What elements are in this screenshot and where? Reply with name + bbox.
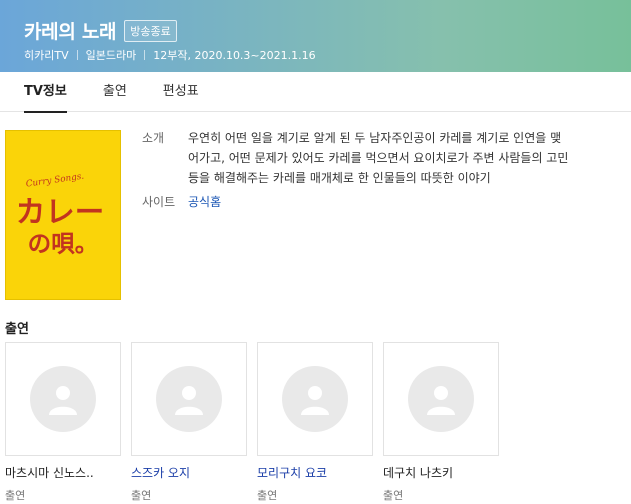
program-poster[interactable]: Curry Songs. カレー の唄。 bbox=[5, 130, 121, 300]
genre: 일본드라마 bbox=[85, 49, 137, 62]
cast-card[interactable]: 스즈카 오지 출연 bbox=[131, 342, 247, 503]
program-meta: 히카리TV 일본드라마 12부작, 2020.10.3~2021.1.16 bbox=[24, 47, 316, 63]
cast-photo[interactable] bbox=[383, 342, 499, 456]
official-site-link[interactable]: 공식홈 bbox=[188, 192, 221, 212]
summary-label: 소개 bbox=[142, 131, 165, 145]
program-title[interactable]: 카레의 노래 bbox=[24, 17, 117, 44]
cast-role: 출연 bbox=[383, 489, 404, 502]
tab-cast[interactable]: 출연 bbox=[103, 72, 127, 112]
cast-photo[interactable] bbox=[131, 342, 247, 456]
cast-role: 출연 bbox=[257, 489, 278, 502]
program-header: 카레의 노래 방송종료 히카리TV 일본드라마 12부작, 2020.10.3~… bbox=[0, 0, 631, 72]
schedule: 12부작, 2020.10.3~2021.1.16 bbox=[153, 49, 316, 62]
cast-card[interactable]: 마츠시마 신노스.. 출연 bbox=[5, 342, 121, 503]
title-row: 카레의 노래 방송종료 bbox=[24, 17, 177, 44]
cast-name[interactable]: 스즈카 오지 bbox=[131, 464, 247, 481]
tab-bar: TV정보 출연 편성표 bbox=[0, 72, 631, 113]
divider bbox=[144, 50, 146, 60]
cast-name[interactable]: 데구치 나츠키 bbox=[383, 464, 499, 481]
cast-heading: 출연 bbox=[5, 322, 29, 337]
summary-line: 어가고, 어떤 문제가 있어도 카레를 먹으면서 요이치로가 주변 사람들의 고… bbox=[188, 151, 569, 165]
cast-photo[interactable] bbox=[257, 342, 373, 456]
site-label: 사이트 bbox=[142, 195, 176, 209]
program-info: 소개 우연히 어떤 일을 계기로 알게 된 두 남자주인공이 카레를 계기로 인… bbox=[142, 128, 622, 212]
cast-role: 출연 bbox=[131, 489, 152, 502]
channel-name: 히카리TV bbox=[24, 49, 69, 62]
summary-row: 소개 우연히 어떤 일을 계기로 알게 된 두 남자주인공이 카레를 계기로 인… bbox=[142, 128, 622, 188]
cast-role: 출연 bbox=[5, 489, 26, 502]
default-avatar-icon bbox=[408, 366, 474, 432]
divider bbox=[76, 50, 78, 60]
poster-image: Curry Songs. カレー の唄。 bbox=[6, 131, 120, 299]
tab-tv-info[interactable]: TV정보 bbox=[24, 72, 67, 113]
site-row: 사이트 공식홈 bbox=[142, 192, 622, 212]
cast-card[interactable]: 모리구치 요코 출연 bbox=[257, 342, 373, 503]
cast-photo[interactable] bbox=[5, 342, 121, 456]
default-avatar-icon bbox=[156, 366, 222, 432]
default-avatar-icon bbox=[282, 366, 348, 432]
poster-title-line2: の唄。 bbox=[28, 229, 99, 257]
status-badge: 방송종료 bbox=[124, 19, 177, 42]
summary-line: 등을 해결해주는 카레를 매개체로 한 인물들의 따뜻한 이야기 bbox=[188, 171, 491, 185]
cast-name[interactable]: 마츠시마 신노스.. bbox=[5, 464, 121, 481]
summary-text: 우연히 어떤 일을 계기로 알게 된 두 남자주인공이 카레를 계기로 인연을 … bbox=[188, 128, 598, 188]
default-avatar-icon bbox=[30, 366, 96, 432]
poster-title-line1: カレー bbox=[16, 195, 104, 229]
cast-card[interactable]: 데구치 나츠키 출연 bbox=[383, 342, 499, 503]
summary-line: 우연히 어떤 일을 계기로 알게 된 두 남자주인공이 카레를 계기로 인연을 … bbox=[188, 131, 562, 145]
cast-name[interactable]: 모리구치 요코 bbox=[257, 464, 373, 481]
tab-schedule[interactable]: 편성표 bbox=[163, 72, 199, 112]
